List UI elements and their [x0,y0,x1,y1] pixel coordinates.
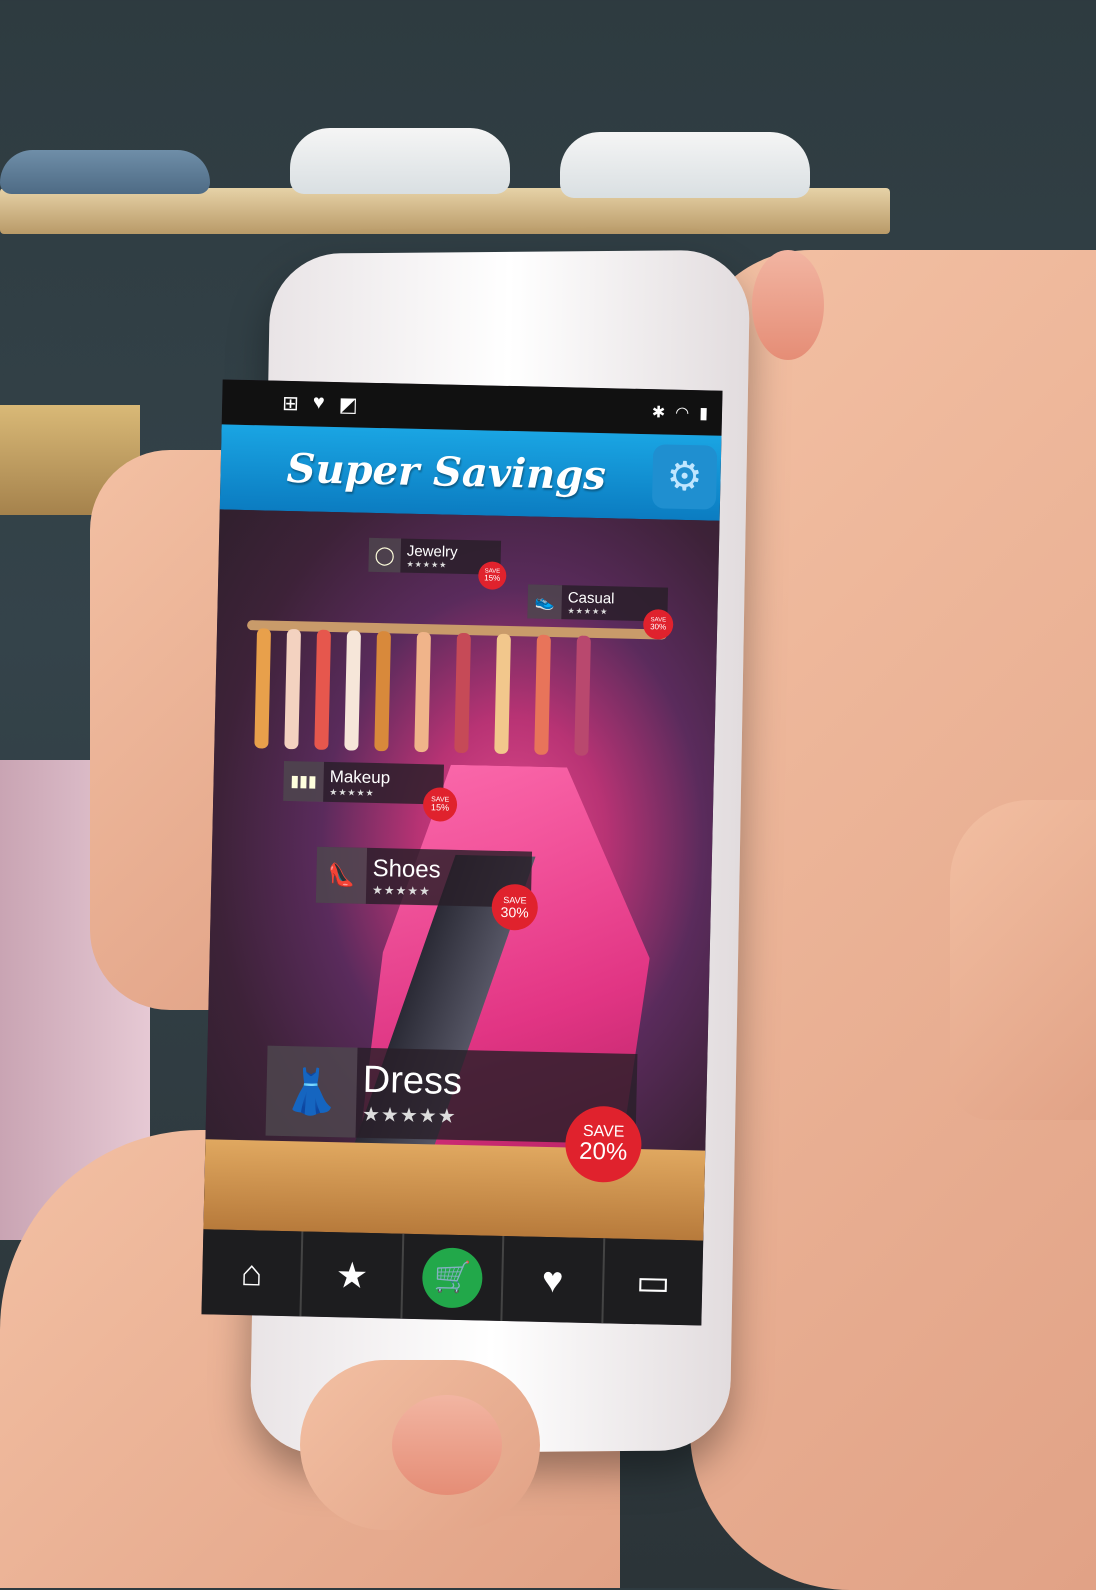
tag-label: Jewelry [406,542,458,561]
folded-shirt [560,132,810,198]
sneaker-icon: 👟 [527,584,563,620]
home-icon: ⌂ [240,1251,263,1294]
save-percent: 15% [430,802,450,813]
folded-shirt [0,150,210,194]
hanging-clothes [314,629,332,750]
bluetooth-icon: ✱ [651,403,666,421]
app-screen: ⊞ ♥ ◩ ✱ ◠ ▮ Super Savings ⚙ ◯ Jewelry ★★… [201,379,723,1326]
tag-label: Casual [567,589,615,608]
signal-icon: ▮ [699,404,709,422]
folded-shirt [290,128,510,194]
edit-icon: ◩ [338,394,358,417]
finger-nail [752,250,824,360]
nav-favorites[interactable]: ★ [301,1231,405,1319]
save-badge: SAVE 15% [480,563,505,588]
star-rating: ★★★★★ [567,606,609,617]
save-percent: 30% [500,903,529,921]
nav-window[interactable]: ▭ [603,1238,703,1325]
tag-makeup[interactable]: ▮▮▮ Makeup ★★★★★ [283,760,444,805]
star-rating: ★★★★★ [329,786,375,798]
gear-icon[interactable]: ⚙ [651,444,718,510]
right-arm [950,800,1096,1120]
tag-label: Makeup [329,766,391,787]
bottom-nav: ⌂ ★ 🛒 ♥ ▭ [201,1229,704,1326]
nav-home[interactable]: ⌂ [201,1229,304,1317]
hanging-clothes [374,631,391,752]
tag-label: Dress [362,1058,463,1104]
hanging-clothes [494,633,511,755]
hanging-clothes [574,635,591,756]
nav-chat[interactable]: ♥ [502,1236,605,1324]
star-rating: ★★★★★ [371,882,432,899]
network-icon: ⊞ [281,392,300,416]
hanging-clothes [344,630,362,751]
cart-icon: 🛒 [421,1246,484,1309]
hanging-clothes [254,628,272,749]
hanging-clothes [534,634,551,755]
nav-cart[interactable]: 🛒 [402,1233,505,1322]
tag-label: Shoes [372,854,441,884]
save-percent: 20% [578,1137,628,1166]
chat-heart-icon: ♥ [541,1258,564,1300]
necklace-icon: ◯ [368,537,402,573]
hanging-clothes [454,632,471,754]
star-rating: ★★★★★ [361,1103,457,1128]
star-rating: ★★★★★ [406,559,448,570]
save-badge: SAVE 30% [644,611,672,638]
cart-glyph: 🛒 [433,1260,472,1295]
hanging-clothes [414,631,431,753]
shoe-icon: 👠 [315,846,368,904]
hanging-clothes [284,628,302,750]
window-icon: ▭ [635,1260,671,1303]
wifi-icon: ◠ [675,404,690,422]
app-title: Super Savings [286,444,607,500]
makeup-icon: ▮▮▮ [283,760,325,802]
store-camera-view: ◯ Jewelry ★★★★★ SAVE 15% 👟 Casual ★★★★★ … [203,509,720,1241]
save-percent: 30% [650,622,667,632]
app-header: Super Savings ⚙ [219,424,722,521]
star-icon: ★ [335,1253,369,1296]
save-percent: 15% [484,573,501,583]
dress-icon: 👗 [265,1045,358,1138]
thumb-nail [392,1395,502,1495]
heart-icon: ♥ [312,391,326,414]
